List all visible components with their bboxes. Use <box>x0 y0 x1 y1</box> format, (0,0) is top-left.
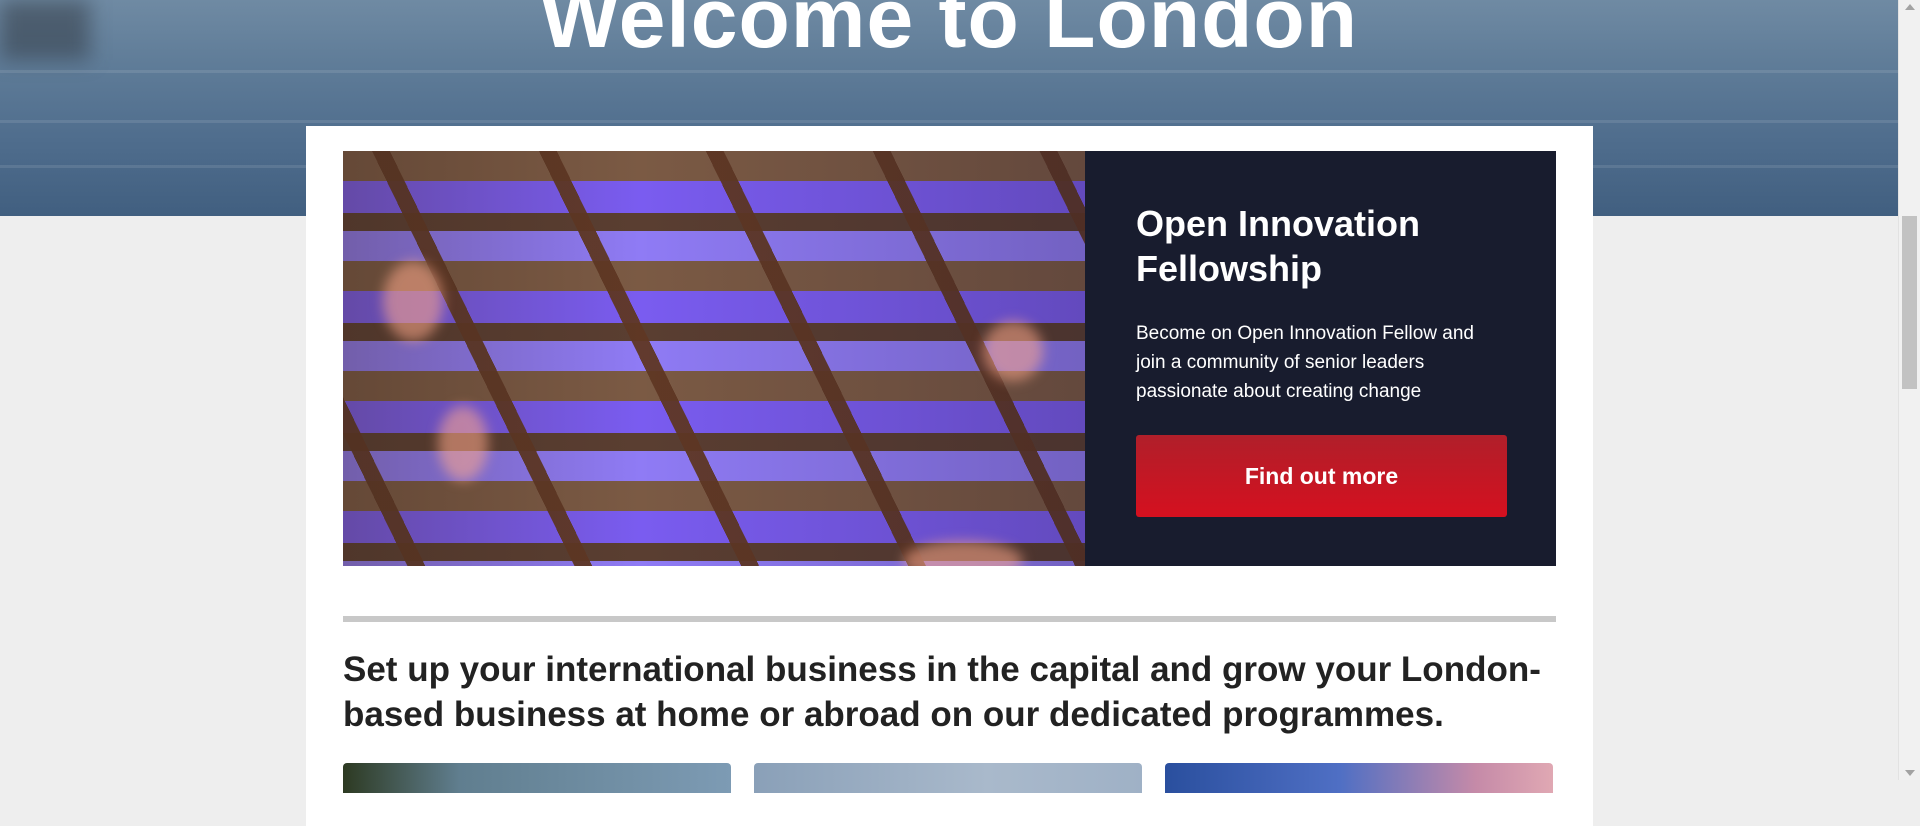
image-cloud-reflection <box>383 261 443 341</box>
feature-promo: Open Innovation Fellowship Become on Ope… <box>343 151 1556 566</box>
feature-text-panel: Open Innovation Fellowship Become on Ope… <box>1085 151 1556 566</box>
image-cloud-reflection <box>438 406 488 481</box>
programme-cards <box>343 763 1556 793</box>
image-cloud-reflection <box>983 321 1043 381</box>
hero-title: Welcome to London <box>539 0 1359 65</box>
vertical-scrollbar[interactable] <box>1898 0 1920 780</box>
scroll-down-arrow-icon[interactable] <box>1905 770 1915 776</box>
feature-building-image <box>343 151 1085 566</box>
programmes-intro-heading: Set up your international business in th… <box>343 650 1541 734</box>
image-shade <box>343 151 1085 566</box>
feature-title: Open Innovation Fellowship <box>1136 203 1420 289</box>
programme-card-image[interactable] <box>1165 763 1553 793</box>
scroll-up-arrow-icon[interactable] <box>1905 4 1915 10</box>
content-card: Open Innovation Fellowship Become on Ope… <box>306 126 1593 826</box>
scrollbar-thumb[interactable] <box>1902 216 1917 389</box>
feature-description: Become on Open Innovation Fellow and joi… <box>1136 323 1474 402</box>
section-divider <box>343 616 1556 622</box>
hero-water-ripple <box>0 120 1898 123</box>
programme-card-image[interactable] <box>343 763 731 793</box>
hero-water-ripple <box>0 70 1898 73</box>
find-out-more-button[interactable]: Find out more <box>1136 435 1507 517</box>
programme-card-image[interactable] <box>754 763 1142 793</box>
